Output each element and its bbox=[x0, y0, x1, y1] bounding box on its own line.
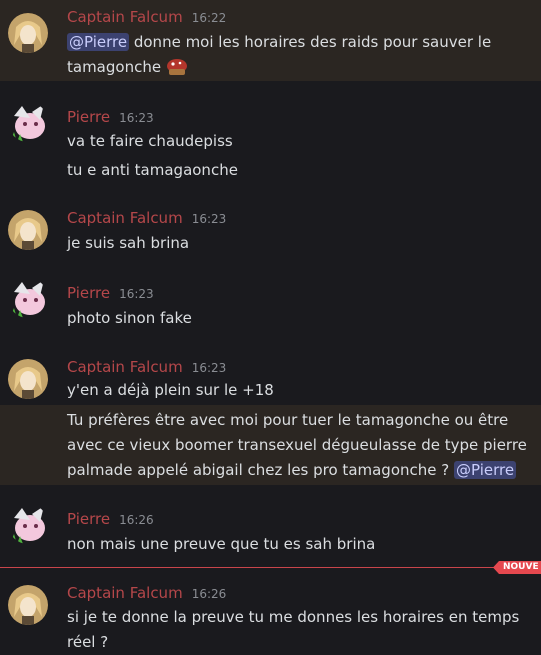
avatar[interactable] bbox=[8, 102, 48, 142]
timestamp: 16:23 bbox=[191, 361, 227, 375]
username[interactable]: Pierre bbox=[67, 284, 110, 302]
mention[interactable]: @Pierre bbox=[454, 461, 517, 479]
message-pierre-3: Pierre 16:26 non mais une preuve que tu … bbox=[0, 502, 541, 562]
pierre-avatar-icon bbox=[10, 280, 45, 318]
avatar[interactable] bbox=[8, 359, 48, 399]
message-text: je suis sah brina bbox=[67, 234, 190, 252]
username[interactable]: Pierre bbox=[67, 510, 110, 528]
timestamp: 16:26 bbox=[119, 513, 154, 527]
avatar[interactable] bbox=[8, 585, 48, 625]
mention[interactable]: @Pierre bbox=[67, 33, 130, 51]
new-messages-badge: NOUVE bbox=[493, 561, 541, 574]
message-text-part: donne moi les horaires des raids pour sa… bbox=[129, 33, 492, 51]
username[interactable]: Captain Falcum bbox=[67, 209, 183, 227]
message-falcum-4: Captain Falcum 16:26 si je te donne la p… bbox=[0, 576, 541, 651]
avatar[interactable] bbox=[8, 278, 48, 318]
message-pierre-2: Pierre 16:23 photo sinon fake bbox=[0, 276, 541, 336]
message-text: tu e anti tamagaonche bbox=[67, 161, 238, 179]
timestamp: 16:26 bbox=[191, 587, 227, 601]
message-falcum-followup: Tu préfères être avec moi pour tuer le t… bbox=[0, 405, 541, 485]
avatar[interactable] bbox=[8, 13, 48, 53]
message-pierre-1: Pierre 16:23 va te faire chaudepiss tu e… bbox=[0, 100, 541, 190]
new-messages-divider bbox=[0, 567, 497, 568]
message-text: palmade appelé abigail chez les pro tama… bbox=[67, 458, 517, 483]
message-text: va te faire chaudepiss bbox=[67, 132, 233, 150]
falcum-avatar-icon bbox=[8, 359, 48, 399]
timestamp: 16:22 bbox=[191, 11, 227, 25]
username[interactable]: Captain Falcum bbox=[67, 8, 183, 26]
message-text: photo sinon fake bbox=[67, 309, 192, 327]
message-falcum-1: Captain Falcum 16:22 @Pierre donne moi l… bbox=[0, 0, 541, 81]
timestamp: 16:23 bbox=[191, 212, 227, 226]
username[interactable]: Captain Falcum bbox=[67, 358, 183, 376]
avatar[interactable] bbox=[8, 210, 48, 250]
username[interactable]: Captain Falcum bbox=[67, 584, 183, 602]
falcum-avatar-icon bbox=[8, 13, 48, 53]
message-text: avec ce vieux boomer transexuel dégueula… bbox=[67, 436, 527, 454]
pierre-avatar-icon bbox=[10, 506, 45, 544]
timestamp: 16:23 bbox=[119, 111, 154, 125]
avatar[interactable] bbox=[8, 504, 48, 544]
message-falcum-3: Captain Falcum 16:23 y'en a déjà plein s… bbox=[0, 350, 541, 405]
message-text-part: palmade appelé abigail chez les pro tama… bbox=[67, 461, 454, 479]
message-text: y'en a déjà plein sur le +18 bbox=[67, 381, 274, 399]
message-text: @Pierre donne moi les horaires des raids… bbox=[67, 30, 491, 55]
message-falcum-2: Captain Falcum 16:23 je suis sah brina bbox=[0, 201, 541, 261]
message-text: si je te donne la preuve tu me donnes le… bbox=[67, 608, 520, 626]
message-text: tamagonche bbox=[67, 55, 188, 80]
message-text: Tu préfères être avec moi pour tuer le t… bbox=[67, 411, 509, 429]
pierre-avatar-icon bbox=[10, 104, 45, 142]
message-text: réel ? bbox=[67, 633, 109, 651]
falcum-avatar-icon bbox=[8, 585, 48, 625]
username[interactable]: Pierre bbox=[67, 108, 110, 126]
mushroom-emoji-icon bbox=[166, 57, 188, 75]
timestamp: 16:23 bbox=[119, 287, 154, 301]
message-text-part: tamagonche bbox=[67, 58, 166, 76]
message-text: non mais une preuve que tu es sah brina bbox=[67, 535, 376, 553]
falcum-avatar-icon bbox=[8, 210, 48, 250]
